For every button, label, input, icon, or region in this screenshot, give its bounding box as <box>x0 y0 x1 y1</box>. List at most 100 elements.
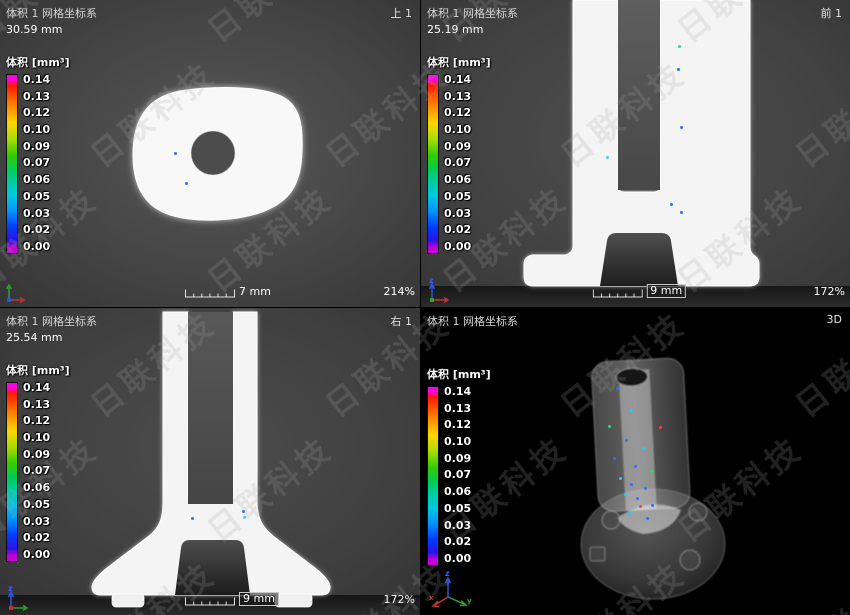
legend-value: 0.00 <box>23 241 50 252</box>
legend-value: 0.03 <box>444 520 471 531</box>
legend-value: 0.06 <box>444 174 471 185</box>
legend-value: 0.13 <box>23 399 50 410</box>
volume-legend: 体积 [mm³] 0.14 0.13 0.12 0.10 0.09 0.07 0.06 0.0… <box>427 54 491 254</box>
legend-value: 0.00 <box>23 549 50 560</box>
viewport-title: 体积 1 网格坐标系 <box>427 5 518 21</box>
view-label: 前 1 <box>821 5 843 21</box>
legend-value: 0.13 <box>444 403 471 414</box>
legend-value: 0.12 <box>23 415 50 426</box>
legend-value: 0.05 <box>444 503 471 514</box>
part-slot-gap <box>188 312 233 504</box>
legend-value: 0.12 <box>23 107 50 118</box>
zoom-percent: 172% <box>814 285 845 298</box>
legend-value: 0.05 <box>23 191 50 202</box>
legend-value: 0.09 <box>444 141 471 152</box>
ct-inspection-app: 体积 1 网格坐标系 30.59 mm 上 1 体积 [mm³] 0.140.1… <box>0 0 850 615</box>
base-hole <box>602 511 620 529</box>
legend-value: 0.07 <box>444 469 471 480</box>
legend-value: 0.07 <box>444 157 471 168</box>
legend-value: 0.13 <box>444 91 471 102</box>
svg-text:y: y <box>467 597 472 605</box>
ruler-icon <box>592 289 642 298</box>
legend-value: 0.07 <box>23 157 50 168</box>
base-marking <box>590 547 605 561</box>
viewport-title: 体积 1 网格坐标系 <box>427 313 518 329</box>
ruler-icon <box>185 289 235 298</box>
legend-value: 0.05 <box>444 191 471 202</box>
viewport-top-slice[interactable]: 体积 1 网格坐标系 30.59 mm 上 1 体积 [mm³] 0.140.1… <box>0 0 420 307</box>
scale-label: 9 mm <box>646 284 686 298</box>
view-label: 上 1 <box>391 5 413 21</box>
legend-labels: 0.140.130.120.100.090.070.060.050.030.02… <box>444 74 471 252</box>
volume-legend: 体积 [mm³] 0.140.130.120.100.090.070.060.0… <box>427 366 491 566</box>
view-label: 右 1 <box>391 313 413 329</box>
legend-value: 0.10 <box>444 124 471 135</box>
legend-labels: 0.140.130.120.100.090.070.060.050.030.02… <box>444 386 471 564</box>
legend-colorbar[interactable] <box>427 386 439 566</box>
part-foot-tab <box>112 594 144 607</box>
axis-indicator-3d: z y x <box>429 567 473 611</box>
svg-text:x: x <box>429 594 434 602</box>
legend-value: 0.02 <box>444 224 471 235</box>
legend-value: 0.10 <box>23 124 50 135</box>
legend-value: 0.10 <box>444 436 471 447</box>
legend-title: 体积 [mm³] <box>427 54 491 70</box>
legend-value: 0.14 <box>444 74 471 85</box>
legend-labels: 0.140.130.120.100.090.070.060.050.030.02… <box>23 382 50 560</box>
legend-value: 0.00 <box>444 241 471 252</box>
legend-value: 0.07 <box>23 465 50 476</box>
base-hole <box>689 503 707 521</box>
legend-value: 0.14 <box>23 382 50 393</box>
legend-value: 0.09 <box>23 449 50 460</box>
viewport-title: 体积 1 网格坐标系 <box>6 5 97 21</box>
axis-indicator-top <box>3 278 29 304</box>
legend-value: 0.00 <box>444 553 471 564</box>
legend-value: 0.12 <box>444 419 471 430</box>
part-cylinder <box>591 357 691 512</box>
volume-legend: 体积 [mm³] 0.14 0.13 0.12 0.10 0.09 0.07 0.06 0.0… <box>6 54 70 254</box>
axis-indicator-right: z <box>3 582 33 612</box>
legend-colorbar[interactable] <box>427 74 439 254</box>
legend-colorbar[interactable] <box>6 382 18 562</box>
legend-value: 0.02 <box>23 224 50 235</box>
viewport-title: 体积 1 网格坐标系 <box>6 313 97 329</box>
legend-value: 0.09 <box>23 141 50 152</box>
base-hole <box>680 550 700 570</box>
scale-label: 9 mm <box>239 592 279 606</box>
part-arch-opening <box>175 540 250 595</box>
viewport-3d-render[interactable]: 体积 1 网格坐标系 3D 体积 [mm³] 0.14 0.13 0.12 0.10 0… <box>421 308 850 615</box>
scale-label: 7 mm <box>239 286 271 298</box>
part-slot-gap <box>618 0 660 190</box>
viewport-right-slice[interactable]: 体积 1 网格坐标系 25.54 mm 右 1 体积 [mm³] 0.14 0.1… <box>0 308 420 615</box>
legend-value: 0.12 <box>444 107 471 118</box>
legend-colorbar[interactable] <box>6 74 18 254</box>
legend-value: 0.06 <box>444 486 471 497</box>
legend-title: 体积 [mm³] <box>427 366 491 382</box>
measurement-value: 25.19 mm <box>427 23 483 36</box>
legend-value: 0.14 <box>23 74 50 85</box>
legend-value: 0.10 <box>23 432 50 443</box>
legend-value: 0.06 <box>23 482 50 493</box>
zoom-percent: 214% <box>384 285 415 298</box>
part-foot-tab <box>275 594 312 607</box>
legend-title: 体积 [mm³] <box>6 362 70 378</box>
legend-labels: 0.14 0.13 0.12 0.10 0.09 0.07 0.06 0.05 0.03 0.02… <box>23 74 50 252</box>
legend-value: 0.13 <box>23 91 50 102</box>
volume-legend: 体积 [mm³] 0.14 0.13 0.12 0.10 0.09 0.07 0.06 0.0… <box>6 362 70 562</box>
legend-value: 0.05 <box>23 499 50 510</box>
legend-value: 0.14 <box>444 386 471 397</box>
legend-value: 0.02 <box>444 536 471 547</box>
legend-value: 0.06 <box>23 174 50 185</box>
scale-bar: 9 mm <box>185 592 279 606</box>
view-label: 3D <box>827 313 842 326</box>
viewport-front-slice[interactable]: 体积 1 网格坐标系 25.19 mm 前 1 体积 [mm³] 0.14 0.1… <box>421 0 850 307</box>
legend-value: 0.03 <box>23 516 50 527</box>
part-arch-opening <box>600 233 678 286</box>
legend-title: 体积 [mm³] <box>6 54 70 70</box>
scale-bar: 7 mm <box>185 286 271 298</box>
scale-bar: 9 mm <box>592 284 686 298</box>
ruler-icon <box>185 597 235 606</box>
zoom-percent: 172% <box>384 593 415 606</box>
measurement-value: 25.54 mm <box>6 331 62 344</box>
legend-value: 0.03 <box>23 208 50 219</box>
